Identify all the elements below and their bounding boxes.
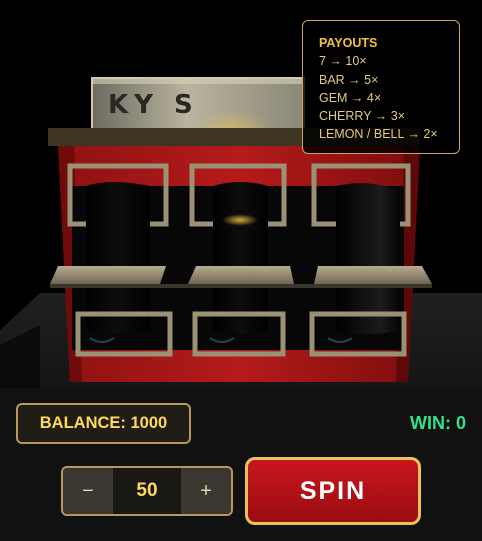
payout-row-cherry: CHERRY → 3×	[319, 109, 406, 124]
balance-display: BALANCE: 1000	[16, 403, 191, 444]
increase-bet-button[interactable]: +	[181, 468, 231, 514]
balance-label: BALANCE: 1000	[39, 414, 168, 432]
win-display: WIN: 0	[410, 413, 466, 433]
payout-row-lemon-bell: LEMON / BELL → 2×	[319, 127, 438, 142]
payouts-panel: PAYOUTS 7 → 10× BAR → 5× GEM → 4× CHERRY…	[302, 20, 460, 154]
payout-row-bar: BAR → 5×	[319, 72, 379, 87]
reels	[86, 182, 400, 334]
payout-row-gem: GEM → 4×	[319, 90, 382, 105]
payout-row-seven: 7 → 10×	[319, 54, 367, 69]
marquee-text: KY S	[108, 90, 199, 120]
bet-value: 50	[113, 468, 181, 514]
bet-stepper: − 50 +	[61, 466, 233, 516]
payouts-title: PAYOUTS	[319, 36, 378, 50]
reel-1	[86, 182, 150, 334]
spin-button[interactable]: SPIN	[245, 457, 421, 525]
payline-shelf	[50, 266, 432, 288]
decrease-bet-button[interactable]: −	[63, 468, 113, 514]
reel-3	[336, 183, 400, 334]
reel-2	[213, 182, 268, 334]
game-viewport: KY S BAR BAR BAR	[0, 0, 482, 388]
